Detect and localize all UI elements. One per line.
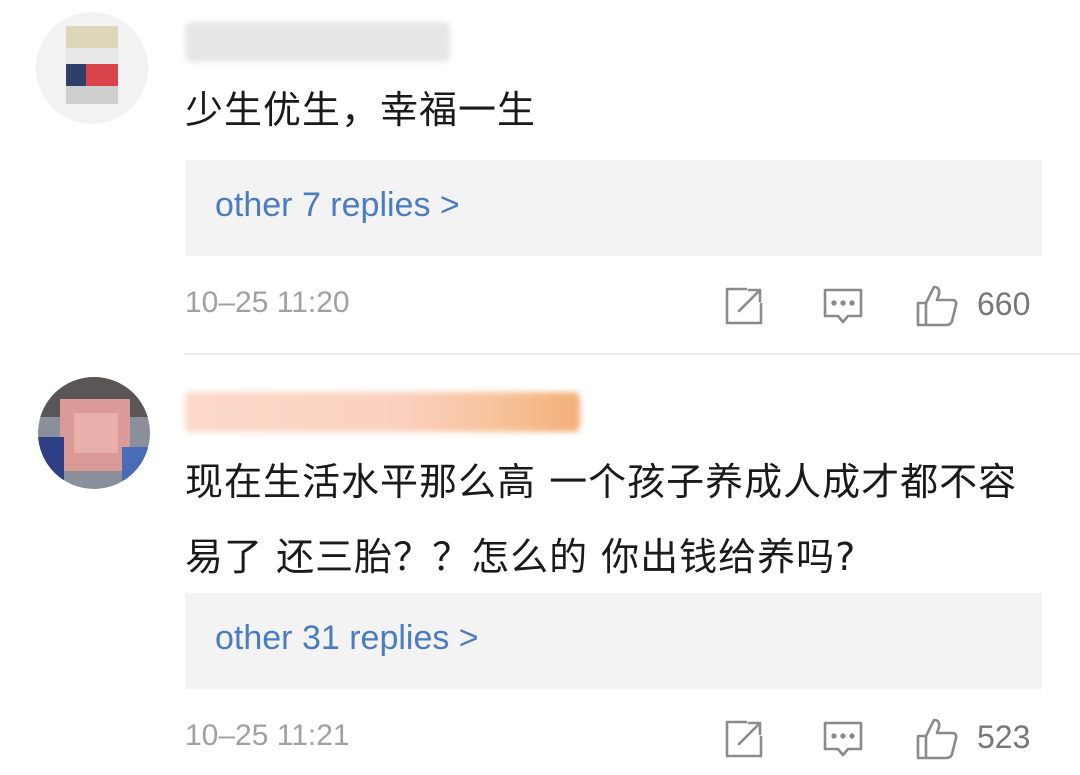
avatar-pixel [66,64,86,86]
comment-meta: 10–25 11:20 660 [185,282,1042,332]
comment-item: 现在生活水平那么高 一个孩子养成人成才都不容易了 还三胎？？怎么的 你出钱给养吗… [0,355,1080,775]
view-replies-link[interactable]: other 7 replies > [215,186,460,225]
username-blurred[interactable] [185,392,580,432]
like-count: 523 [977,719,1031,755]
like-icon[interactable] [915,284,959,328]
repost-icon[interactable] [722,284,766,328]
avatar-pixel [38,437,64,489]
avatar-pixel [86,64,118,86]
timestamp: 10–25 11:21 [185,719,350,752]
username-blurred[interactable] [185,22,450,62]
comment-icon[interactable] [821,284,865,328]
avatar-pixel [122,447,150,489]
comment-item: 少生优生，幸福一生 other 7 replies > 10–25 11:20 [0,0,1080,354]
avatar-pixel [66,48,118,64]
repost-icon[interactable] [722,717,766,761]
avatar[interactable] [38,377,150,489]
avatar-pixel [74,413,118,453]
replies-box[interactable]: other 31 replies > [185,593,1042,689]
avatar-pixel [66,86,118,104]
view-replies-link[interactable]: other 31 replies > [215,619,479,658]
replies-box[interactable]: other 7 replies > [185,160,1042,256]
avatar-pixel [66,26,118,48]
comment-meta: 10–25 11:21 523 [185,715,1042,765]
comment-icon[interactable] [821,717,865,761]
comment-text: 少生优生，幸福一生 [185,88,537,132]
avatar[interactable] [36,12,148,124]
like-count: 660 [977,286,1031,322]
like-icon[interactable] [915,717,959,761]
timestamp: 10–25 11:20 [185,286,350,319]
comment-text: 现在生活水平那么高 一个孩子养成人成才都不容易了 还三胎？？怎么的 你出钱给养吗… [185,460,1018,579]
